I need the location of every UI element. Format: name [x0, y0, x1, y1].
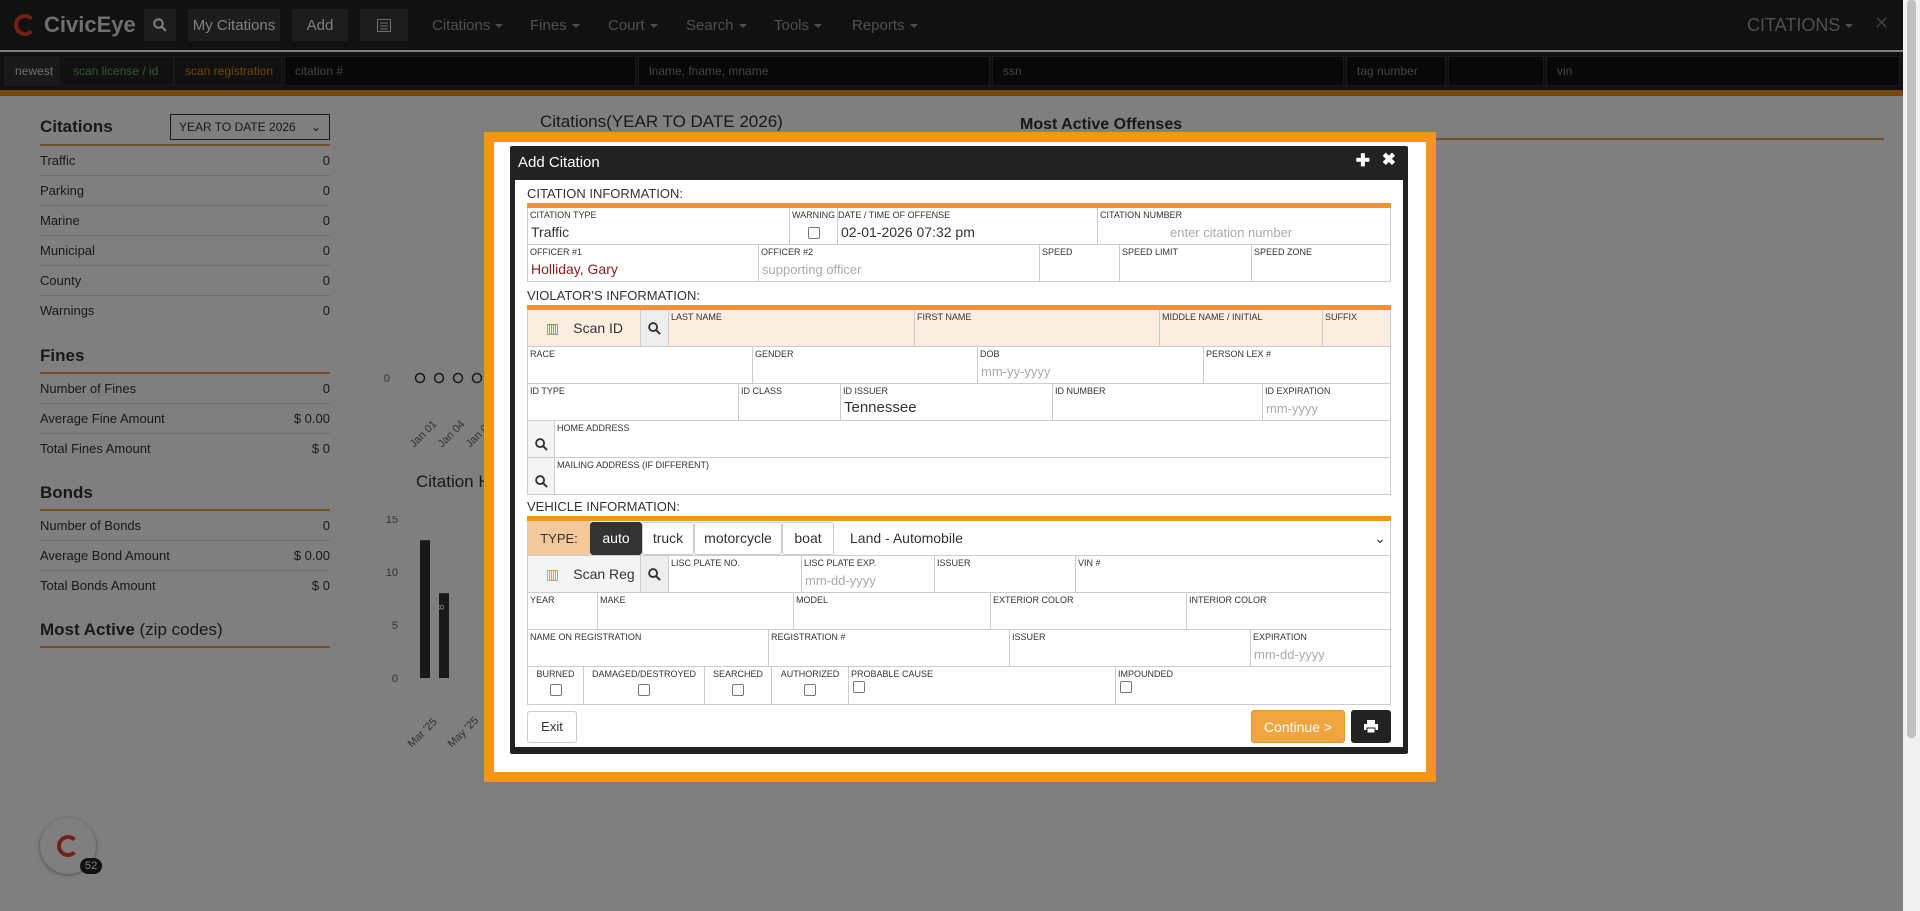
type-auto-button[interactable]: auto — [590, 521, 642, 555]
speed-field[interactable]: SPEED — [1040, 245, 1120, 281]
id-number-field[interactable]: ID NUMBER — [1053, 384, 1263, 420]
search-icon — [534, 438, 548, 451]
vehicle-row-3: NAME ON REGISTRATION REGISTRATION # ISSU… — [527, 630, 1391, 667]
dob-field[interactable]: DOB mm-yy-yyyy — [978, 347, 1204, 383]
first-name-field[interactable]: FIRST NAME — [915, 310, 1160, 346]
scan-reg-button[interactable]: ▥ Scan Reg — [528, 556, 641, 592]
datetime-field[interactable]: DATE / TIME OF OFFENSE 02-01-2026 07:32 p… — [838, 208, 1098, 244]
close-icon[interactable]: ✖ — [1382, 150, 1396, 170]
vin-field[interactable]: VIN # — [1076, 556, 1390, 592]
burned-field: BURNED — [528, 667, 584, 704]
id-issuer-field[interactable]: ID ISSUER Tennessee — [841, 384, 1053, 420]
id-type-field[interactable]: ID TYPE — [528, 384, 739, 420]
warning-checkbox[interactable] — [808, 227, 820, 239]
scan-id-button[interactable]: ▥ Scan ID — [528, 310, 641, 346]
mailing-address-row: MAILING ADDRESS (IF DIFFERENT) — [527, 458, 1391, 495]
citation-type-field[interactable]: CITATION TYPE Traffic — [528, 208, 790, 244]
id-expiration-field[interactable]: ID EXPIRATION mm-yyyy — [1263, 384, 1390, 420]
continue-button[interactable]: Continue > — [1251, 710, 1345, 743]
dialog-header: Add Citation ✚ ✖ — [510, 146, 1408, 178]
vehicle-row-2: YEAR MAKE MODEL EXTERIOR COLOR INTERIOR … — [527, 593, 1391, 630]
mailing-address-search-button[interactable] — [528, 458, 555, 494]
dialog-body: CITATION INFORMATION: CITATION TYPE Traff… — [515, 180, 1403, 747]
search-icon — [648, 567, 661, 581]
burned-checkbox[interactable] — [549, 684, 562, 696]
make-field[interactable]: MAKE — [598, 593, 794, 629]
middle-name-field[interactable]: MIDDLE NAME / INITIAL — [1160, 310, 1323, 346]
registration-expiration-field[interactable]: EXPIRATION mm-dd-yyyy — [1251, 630, 1390, 666]
officer2-field[interactable]: OFFICER #2 supporting officer — [759, 245, 1040, 281]
citation-section-title: CITATION INFORMATION: — [527, 186, 1391, 208]
citation-row-1: CITATION TYPE Traffic WARNING DATE / TIME… — [527, 208, 1391, 245]
speed-zone-field[interactable]: SPEED ZONE — [1252, 245, 1390, 281]
probable-cause-checkbox[interactable] — [853, 681, 865, 693]
violator-search-button[interactable] — [641, 310, 669, 346]
plate-field[interactable]: LISC PLATE NO. — [669, 556, 802, 592]
citation-row-2: OFFICER #1 Holliday, Gary OFFICER #2 suppo… — [527, 245, 1391, 282]
authorized-checkbox[interactable] — [804, 684, 816, 696]
barcode-icon: ▥ — [546, 319, 560, 336]
searched-field: SEARCHED — [705, 667, 772, 704]
expand-icon[interactable]: ✚ — [1356, 151, 1370, 171]
interior-color-field[interactable]: INTERIOR COLOR — [1187, 593, 1390, 629]
probable-cause-field: PROBABLE CAUSE — [849, 667, 1116, 704]
add-citation-dialog: Add Citation ✚ ✖ CITATION INFORMATION: C… — [510, 146, 1408, 754]
dialog-title: Add Citation — [518, 153, 600, 171]
exterior-color-field[interactable]: EXTERIOR COLOR — [991, 593, 1187, 629]
type-boat-button[interactable]: boat — [782, 521, 834, 555]
model-field[interactable]: MODEL — [794, 593, 991, 629]
last-name-field[interactable]: LAST NAME — [669, 310, 915, 346]
barcode-icon: ▥ — [546, 565, 560, 582]
vehicle-category-select[interactable]: Land - Automobile ⌄ — [834, 522, 1390, 555]
vehicle-search-button[interactable] — [641, 556, 669, 592]
vehicle-type-row: TYPE: auto truck motorcycle boat Land - … — [527, 521, 1391, 556]
home-address-row: HOME ADDRESS — [527, 421, 1391, 458]
warning-field: WARNING — [790, 208, 838, 244]
citation-number-field[interactable]: CITATION NUMBER enter citation number — [1098, 208, 1390, 244]
plate-issuer-field[interactable]: ISSUER — [935, 556, 1076, 592]
exit-button[interactable]: Exit — [527, 710, 577, 743]
damaged-checkbox[interactable] — [638, 684, 650, 696]
chevron-down-icon: ⌄ — [1374, 529, 1386, 546]
violator-section-title: VIOLATOR'S INFORMATION: — [527, 288, 1391, 310]
year-field[interactable]: YEAR — [528, 593, 598, 629]
vehicle-row-4: BURNED DAMAGED/DESTROYED SEARCHED AUTHOR… — [527, 667, 1391, 705]
vehicle-row-1: ▥ Scan Reg LISC PLATE NO. LISC PLATE EXP… — [527, 556, 1391, 593]
gender-field[interactable]: GENDER — [753, 347, 978, 383]
damaged-field: DAMAGED/DESTROYED — [584, 667, 705, 704]
name-on-registration-field[interactable]: NAME ON REGISTRATION — [528, 630, 769, 666]
suffix-field[interactable]: SUFFIX — [1323, 310, 1390, 346]
impounded-checkbox[interactable] — [1120, 681, 1132, 693]
vehicle-section-title: VEHICLE INFORMATION: — [527, 499, 1391, 521]
search-icon — [648, 321, 661, 335]
violator-row-3: ID TYPE ID CLASS ID ISSUER Tennessee ID N… — [527, 384, 1391, 421]
registration-issuer-field[interactable]: ISSUER — [1010, 630, 1251, 666]
print-icon — [1364, 720, 1378, 733]
plate-exp-field[interactable]: LISC PLATE EXP. mm-dd-yyyy — [802, 556, 935, 592]
dialog-footer: Exit Continue > — [527, 710, 1391, 743]
registration-number-field[interactable]: REGISTRATION # — [769, 630, 1010, 666]
person-lex-field[interactable]: PERSON LEX # — [1204, 347, 1390, 383]
impounded-field: IMPOUNDED — [1116, 667, 1390, 704]
page-scrollbar[interactable] — [1903, 0, 1920, 911]
scrollbar-thumb[interactable] — [1907, 0, 1916, 738]
type-motorcycle-button[interactable]: motorcycle — [694, 521, 782, 555]
race-field[interactable]: RACE — [528, 347, 753, 383]
id-class-field[interactable]: ID CLASS — [739, 384, 841, 420]
violator-row-2: RACE GENDER DOB mm-yy-yyyy PERSON LEX # — [527, 347, 1391, 384]
type-label: TYPE: — [528, 521, 590, 555]
authorized-field: AUTHORIZED — [772, 667, 849, 704]
home-address-field[interactable]: HOME ADDRESS — [555, 421, 1390, 457]
mailing-address-field[interactable]: MAILING ADDRESS (IF DIFFERENT) — [555, 458, 1390, 494]
print-button[interactable] — [1351, 710, 1391, 743]
speed-limit-field[interactable]: SPEED LIMIT — [1120, 245, 1252, 281]
search-icon — [534, 475, 548, 488]
type-truck-button[interactable]: truck — [642, 521, 694, 555]
officer1-field[interactable]: OFFICER #1 Holliday, Gary — [528, 245, 759, 281]
home-address-search-button[interactable] — [528, 421, 555, 457]
searched-checkbox[interactable] — [732, 684, 744, 696]
violator-row-1: ▥ Scan ID LAST NAME FIRST NAME MIDDLE NA… — [527, 310, 1391, 347]
